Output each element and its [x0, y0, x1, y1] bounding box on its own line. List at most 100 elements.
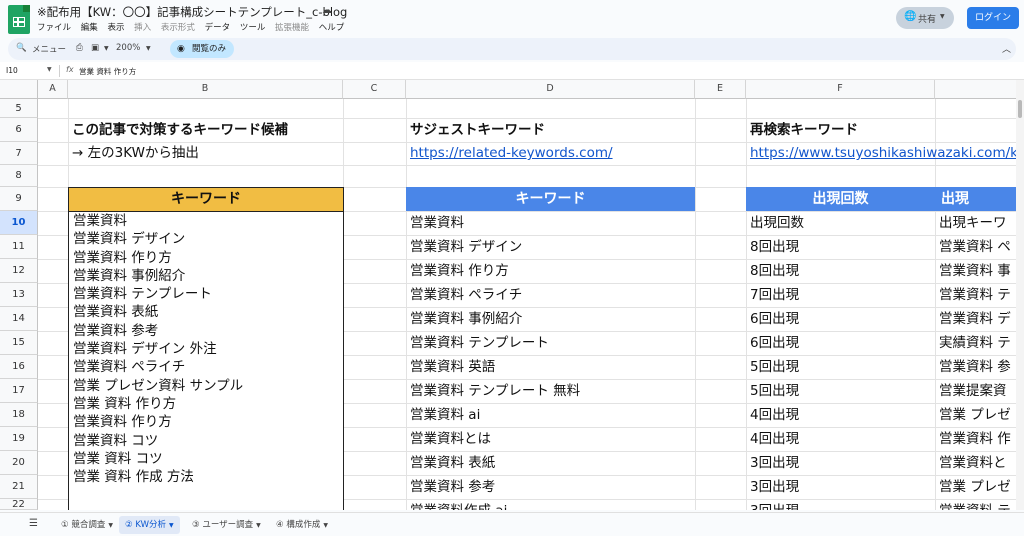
occurrence-count-cell[interactable]: 6回出現: [746, 331, 935, 355]
count-table-header[interactable]: 出現回数: [746, 187, 935, 211]
occurrence-table-header[interactable]: 出現: [935, 187, 1016, 211]
row-header[interactable]: 16: [0, 355, 38, 379]
suggest-keyword-cell[interactable]: 営業資料 ai: [406, 403, 695, 427]
keyword-candidates-subheading[interactable]: → 左の3KWから抽出: [68, 142, 343, 165]
column-header-d[interactable]: D: [406, 80, 695, 99]
row-header[interactable]: 12: [0, 259, 38, 283]
suggest-keyword-cell[interactable]: 営業資料 表紙: [406, 451, 695, 475]
column-header-g[interactable]: [935, 80, 1016, 99]
column-header-c[interactable]: C: [343, 80, 406, 99]
row-header[interactable]: 10: [0, 211, 38, 235]
keyword-table-header[interactable]: キーワード: [68, 187, 344, 212]
occurrence-keyword-cell[interactable]: 実績資料 テ: [935, 331, 1016, 355]
occurrence-count-cell[interactable]: 出現回数: [746, 211, 935, 235]
login-button[interactable]: ログイン: [967, 7, 1019, 29]
menu-tools[interactable]: ツール: [240, 23, 266, 33]
occurrence-count-cell[interactable]: 4回出現: [746, 427, 935, 451]
menu-data[interactable]: データ: [205, 23, 231, 33]
sheet-tab[interactable]: ④ 構成作成 ▼: [270, 516, 334, 534]
chevron-down-icon[interactable]: ▼: [108, 522, 113, 529]
suggest-keyword-cell[interactable]: 営業資料 テンプレート 無料: [406, 379, 695, 403]
occurrence-count-cell[interactable]: 3回出現: [746, 499, 935, 510]
sheet-tab[interactable]: ② KW分析 ▼: [119, 516, 180, 534]
suggest-keyword-cell[interactable]: 営業資料 事例紹介: [406, 307, 695, 331]
related-keywords-link[interactable]: https://related-keywords.com/: [406, 142, 695, 165]
column-header-a[interactable]: A: [38, 80, 68, 99]
column-header-e[interactable]: E: [695, 80, 746, 99]
scroll-thumb[interactable]: [1018, 100, 1022, 118]
research-keywords-link[interactable]: https://www.tsuyoshikashiwazaki.com/kw: [746, 142, 1016, 165]
occurrence-keyword-cell[interactable]: 営業資料 ペ: [935, 235, 1016, 259]
vertical-scrollbar[interactable]: [1016, 80, 1024, 510]
row-header[interactable]: 6: [0, 118, 38, 142]
sheets-logo-icon[interactable]: [8, 5, 30, 34]
row-header[interactable]: 13: [0, 283, 38, 307]
occurrence-keyword-cell[interactable]: 営業資料 事: [935, 259, 1016, 283]
suggest-keywords-heading[interactable]: サジェストキーワード: [406, 118, 695, 142]
occurrence-count-cell[interactable]: 5回出現: [746, 355, 935, 379]
occurrence-keyword-cell[interactable]: 出現キーワ: [935, 211, 1016, 235]
chevron-down-icon[interactable]: ▼: [323, 522, 328, 529]
occurrence-keyword-cell[interactable]: 営業資料 作: [935, 427, 1016, 451]
search-menu-label[interactable]: メニュー: [32, 43, 66, 55]
zoom-select[interactable]: 200%: [116, 43, 140, 53]
chevron-up-icon[interactable]: ︿: [1002, 42, 1011, 55]
occurrence-count-cell[interactable]: 3回出現: [746, 451, 935, 475]
occurrence-count-cell[interactable]: 8回出現: [746, 235, 935, 259]
select-all-corner[interactable]: [0, 80, 38, 99]
menu-format[interactable]: 表示形式: [161, 23, 195, 33]
row-header[interactable]: 7: [0, 142, 38, 165]
menu-view[interactable]: 表示: [107, 23, 124, 33]
search-icon[interactable]: 🔍: [16, 43, 27, 53]
menu-edit[interactable]: 編集: [81, 23, 98, 33]
suggest-keyword-cell[interactable]: 営業資料: [406, 211, 695, 235]
share-button[interactable]: 🌐 共有 ▼: [896, 7, 954, 29]
row-header[interactable]: 5: [0, 99, 38, 118]
occurrence-keyword-cell[interactable]: 営業資料 テ: [935, 283, 1016, 307]
row-header[interactable]: 22: [0, 499, 38, 510]
occurrence-keyword-cell[interactable]: 営業 プレゼ: [935, 403, 1016, 427]
chevron-down-icon[interactable]: ▼: [104, 45, 109, 52]
suggest-keyword-cell[interactable]: 営業資料とは: [406, 427, 695, 451]
suggest-keyword-cell[interactable]: 営業資料 テンプレート: [406, 331, 695, 355]
row-header[interactable]: 9: [0, 187, 38, 211]
all-sheets-menu-icon[interactable]: ☰: [29, 518, 38, 529]
row-header[interactable]: 11: [0, 235, 38, 259]
suggest-table-header[interactable]: キーワード: [406, 187, 695, 211]
row-header[interactable]: 21: [0, 475, 38, 499]
menu-extensions[interactable]: 拡張機能: [275, 23, 309, 33]
print-icon[interactable]: ⎙: [76, 43, 83, 53]
row-header[interactable]: 18: [0, 403, 38, 427]
occurrence-count-cell[interactable]: 4回出現: [746, 403, 935, 427]
row-header[interactable]: 14: [0, 307, 38, 331]
row-header[interactable]: 8: [0, 165, 38, 187]
suggest-keyword-cell[interactable]: 営業資料作成 ai: [406, 499, 695, 510]
sheet-grid[interactable]: A B C D E F 5 6 7 8 9 10 11 12 13 14 15 16 17 18 19 20 2…: [0, 80, 1016, 510]
sheet-tab[interactable]: ③ ユーザー調査 ▼: [186, 516, 267, 534]
column-header-f[interactable]: F: [746, 80, 935, 99]
view-only-badge[interactable]: ◉ 閲覧のみ: [170, 40, 235, 58]
keyword-candidates-heading[interactable]: この記事で対策するキーワード候補: [68, 118, 406, 142]
sheet-tab[interactable]: ① 競合調査 ▼: [55, 516, 119, 534]
occurrence-count-cell[interactable]: 5回出現: [746, 379, 935, 403]
occurrence-count-cell[interactable]: 7回出現: [746, 283, 935, 307]
name-box[interactable]: I10: [6, 66, 18, 75]
suggest-keyword-cell[interactable]: 営業資料 英語: [406, 355, 695, 379]
occurrence-keyword-cell[interactable]: 営業資料と: [935, 451, 1016, 475]
occurrence-count-cell[interactable]: 6回出現: [746, 307, 935, 331]
occurrence-keyword-cell[interactable]: 営業 プレゼ: [935, 475, 1016, 499]
cloud-icon[interactable]: ☁: [322, 5, 332, 16]
occurrence-keyword-cell[interactable]: 営業資料 テ: [935, 499, 1016, 510]
suggest-keyword-cell[interactable]: 営業資料 参考: [406, 475, 695, 499]
chevron-down-icon[interactable]: ▼: [47, 66, 52, 73]
occurrence-keyword-cell[interactable]: 営業資料 参: [935, 355, 1016, 379]
occurrence-count-cell[interactable]: 8回出現: [746, 259, 935, 283]
row-header[interactable]: 20: [0, 451, 38, 475]
suggest-keyword-cell[interactable]: 営業資料 デザイン: [406, 235, 695, 259]
chevron-down-icon[interactable]: ▼: [169, 522, 174, 529]
menu-help[interactable]: ヘルプ: [319, 23, 345, 33]
paint-format-icon[interactable]: ▣: [91, 43, 99, 53]
suggest-keyword-cell[interactable]: 営業資料 ペライチ: [406, 283, 695, 307]
row-header[interactable]: 15: [0, 331, 38, 355]
occurrence-keyword-cell[interactable]: 営業資料 デ: [935, 307, 1016, 331]
